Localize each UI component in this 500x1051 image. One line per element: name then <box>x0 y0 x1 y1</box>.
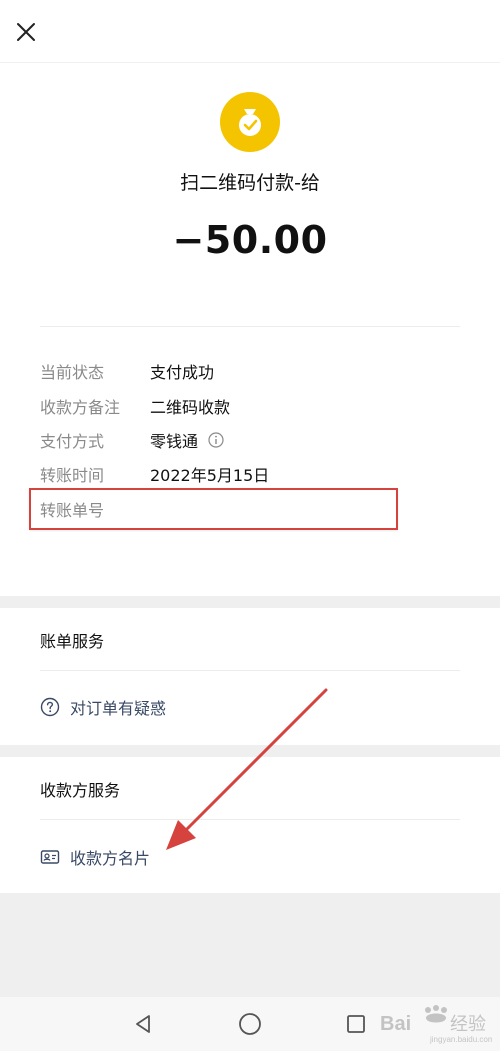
back-triangle-icon <box>136 1015 150 1033</box>
bill-service-title: 账单服务 <box>40 632 105 651</box>
bill-service-divider <box>40 670 460 671</box>
section-gap <box>0 596 500 608</box>
payee-service-title: 收款方服务 <box>40 781 121 800</box>
question-circle-icon <box>40 697 60 717</box>
detail-label: 支付方式 <box>40 432 105 451</box>
detail-row-status: 当前状态 支付成功 <box>40 358 460 384</box>
svg-text:jingyan.baidu.com: jingyan.baidu.com <box>429 1035 492 1044</box>
recents-square-icon <box>347 1015 365 1033</box>
merchant-avatar <box>220 92 280 152</box>
transaction-amount: −50.00 <box>172 218 328 262</box>
header-divider <box>0 62 500 63</box>
home-circle-icon <box>239 1013 261 1035</box>
close-button[interactable] <box>12 18 40 46</box>
detail-label: 转账时间 <box>40 466 105 485</box>
nav-recents-button[interactable] <box>342 1010 370 1038</box>
payee-card-label: 收款方名片 <box>70 849 151 868</box>
svg-text:Bai: Bai <box>380 1013 411 1035</box>
transaction-detail-page: 扫二维码付款-给 −50.00 当前状态 支付成功 收款方备注 二维码收款 支付… <box>0 0 500 1051</box>
svg-text:经验: 经验 <box>450 1014 486 1035</box>
detail-row-payment-method: 支付方式 零钱通 <box>40 427 460 453</box>
detail-value: 零钱通 <box>150 428 224 452</box>
summary-divider <box>40 326 460 327</box>
order-question-label: 对订单有疑惑 <box>70 699 167 718</box>
payee-card-link[interactable]: 收款方名片 <box>40 843 150 871</box>
order-question-link[interactable]: 对订单有疑惑 <box>40 693 166 721</box>
nav-back-button[interactable] <box>129 1010 157 1038</box>
section-gap <box>0 745 500 757</box>
detail-label: 当前状态 <box>40 363 105 382</box>
detail-label: 收款方备注 <box>40 398 121 417</box>
baidu-jingyan-watermark: Bai 经验 jingyan.baidu.com <box>380 1005 492 1044</box>
bottom-background <box>0 893 500 997</box>
close-icon <box>17 23 35 41</box>
detail-value: 支付成功 <box>150 363 215 382</box>
detail-value: 2022年5月15日 <box>150 466 270 485</box>
annotation-highlight-box <box>29 488 398 530</box>
contact-card-icon <box>40 847 60 867</box>
detail-row-transfer-time: 转账时间 2022年5月15日 <box>40 461 460 487</box>
detail-row-payee-note: 收款方备注 二维码收款 <box>40 393 460 419</box>
money-bag-check-icon <box>220 92 280 152</box>
payment-method-value: 零钱通 <box>150 432 199 451</box>
transaction-title: 扫二维码付款-给 <box>180 172 320 194</box>
info-icon[interactable] <box>208 432 224 448</box>
nav-home-button[interactable] <box>236 1010 264 1038</box>
payee-service-divider <box>40 819 460 820</box>
detail-value: 二维码收款 <box>150 398 231 417</box>
